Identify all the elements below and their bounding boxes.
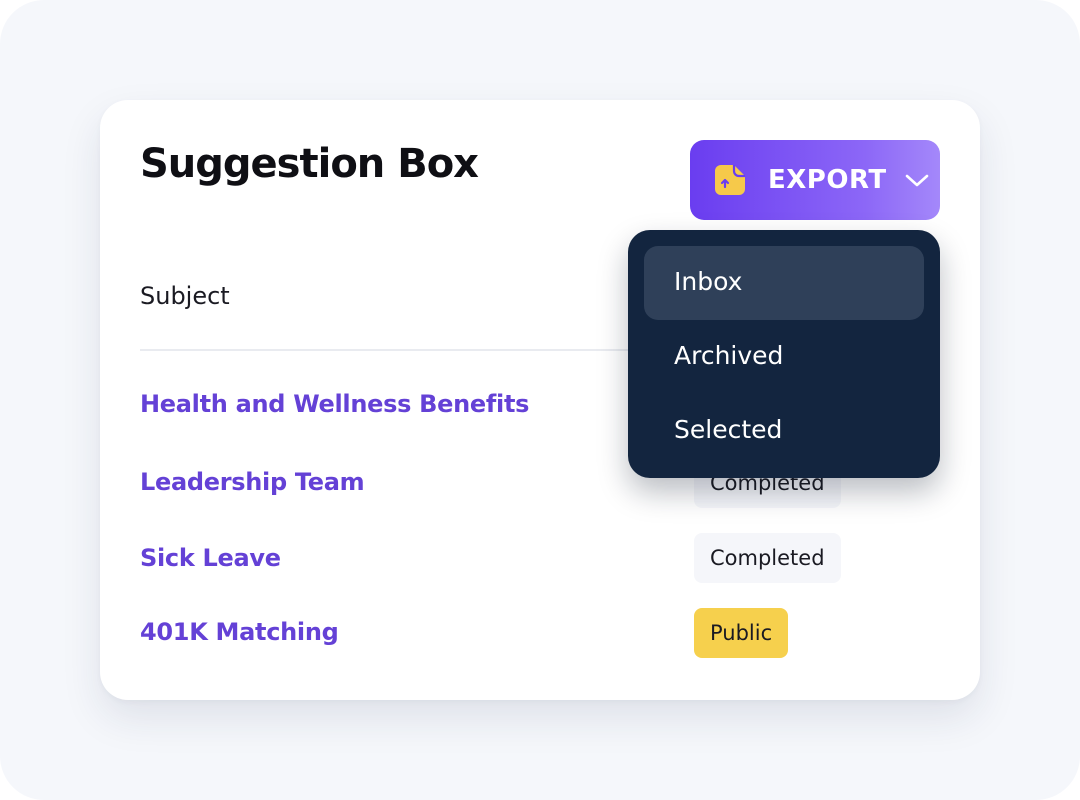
export-button[interactable]: EXPORT [690,140,940,220]
chevron-down-icon [905,174,928,187]
export-dropdown-menu: Inbox Archived Selected [628,230,940,478]
table-row-subject[interactable]: 401K Matching [140,618,339,646]
status-badge: Public [694,608,789,658]
subject-column-header: Subject [140,282,230,310]
export-button-label: EXPORT [768,165,887,195]
menu-item-inbox[interactable]: Inbox [644,246,924,320]
table-row-subject[interactable]: Health and Wellness Benefits [140,390,529,418]
page-title: Suggestion Box [140,141,479,187]
page-background: Suggestion Box EXPORT Subject Health and… [0,0,1080,800]
table-row-subject[interactable]: Leadership Team [140,468,365,496]
menu-item-archived[interactable]: Archived [644,320,924,394]
document-upload-icon [715,165,745,195]
table-row-subject[interactable]: Sick Leave [140,544,281,572]
status-badge: Completed [694,533,841,583]
menu-item-selected[interactable]: Selected [644,394,924,468]
